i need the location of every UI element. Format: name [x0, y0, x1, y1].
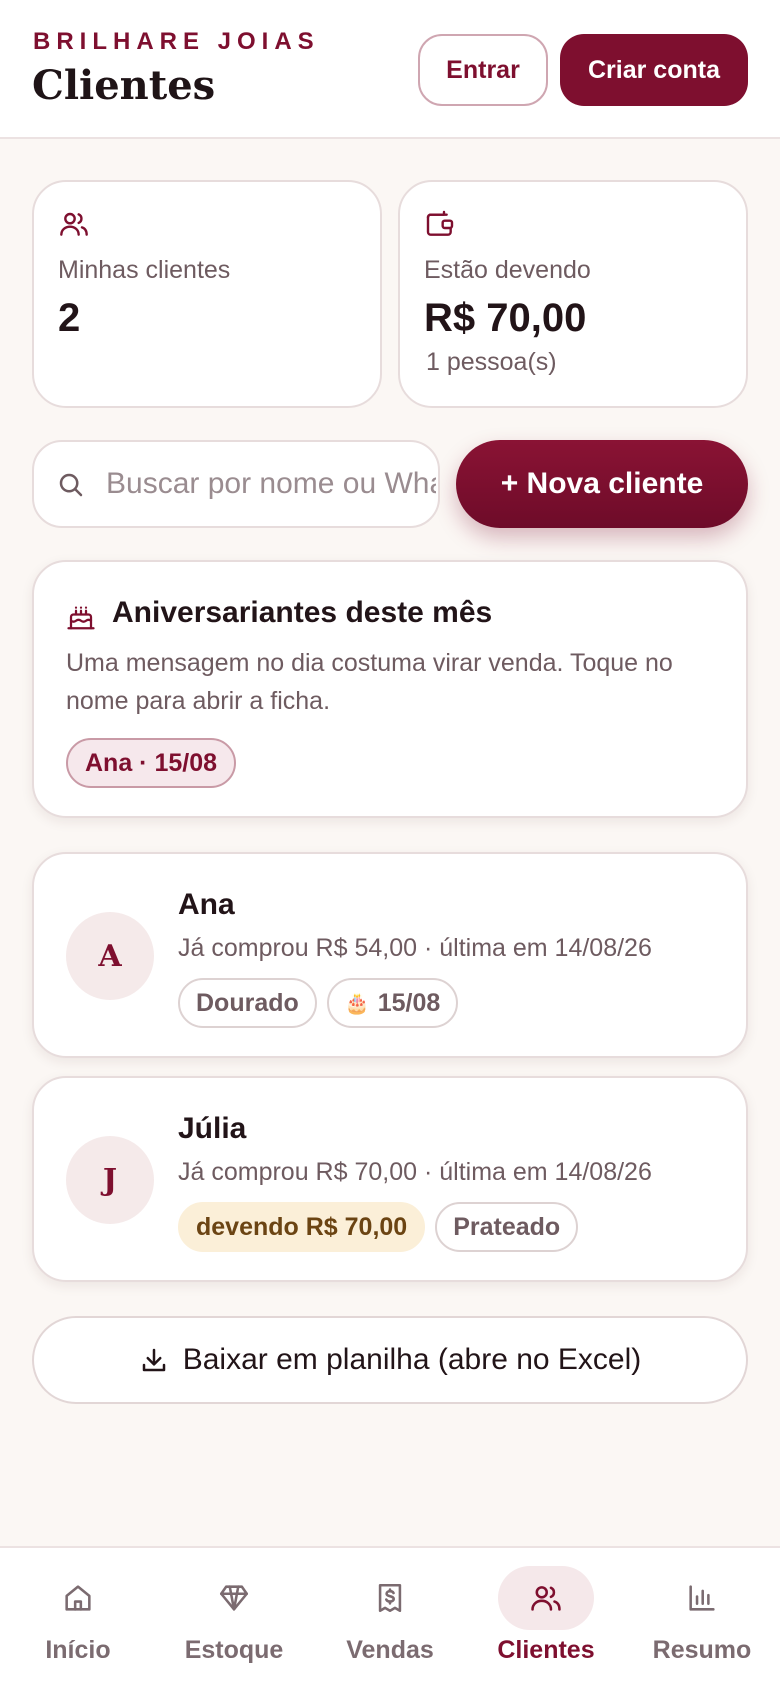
- client-summary: Já comprou R$ 54,00 · última em 14/08/26: [178, 934, 652, 962]
- export-label: Baixar em planilha (abre no Excel): [182, 1343, 642, 1376]
- nav-item-vendas[interactable]: Vendas: [312, 1548, 468, 1688]
- birthdays-card: Aniversariantes deste mês Uma mensagem n…: [32, 560, 748, 818]
- birthday-date: 15/08: [377, 988, 441, 1017]
- new-client-button[interactable]: + Nova cliente: [456, 440, 748, 528]
- wallet-icon: [424, 208, 456, 240]
- owing-value: R$ 70,00: [424, 296, 587, 340]
- search-icon: [59, 473, 83, 497]
- nav-label: Clientes: [497, 1636, 595, 1664]
- signup-button[interactable]: Criar conta: [560, 34, 748, 106]
- nav-label: Vendas: [346, 1636, 434, 1664]
- owing-label: Estão devendo: [424, 256, 591, 284]
- page-title: Clientes: [32, 62, 216, 109]
- login-button[interactable]: Entrar: [418, 34, 548, 106]
- nav-label: Estoque: [184, 1636, 284, 1664]
- receipt-icon: [378, 1583, 402, 1613]
- download-icon: [142, 1348, 165, 1372]
- nav-item-inicio[interactable]: Início: [0, 1548, 156, 1688]
- nav-label: Início: [45, 1636, 111, 1664]
- client-name: Júlia: [178, 1112, 247, 1145]
- clients-count-label: Minhas clientes: [58, 256, 231, 284]
- search-input[interactable]: [106, 442, 436, 526]
- birthdays-text: Uma mensagem no dia costuma virar venda.…: [66, 649, 673, 715]
- owing-people: 1 pessoa(s): [426, 348, 557, 376]
- debt-badge: devendo R$ 70,00: [178, 1202, 426, 1252]
- nav-label: Resumo: [652, 1636, 752, 1664]
- search-box: [32, 440, 440, 528]
- export-spreadsheet-button[interactable]: Baixar em planilha (abre no Excel): [32, 1316, 748, 1404]
- birthday-chip-ana[interactable]: Ana · 15/08: [66, 738, 237, 788]
- bottom-nav: Início Estoque Vendas Clientes Resumo: [0, 1546, 780, 1688]
- cake-icon: 🎂: [344, 992, 370, 1015]
- tier-badge: Dourado: [178, 978, 317, 1028]
- clients-count-card: Minhas clientes 2: [32, 180, 382, 408]
- nav-item-resumo[interactable]: Resumo: [624, 1548, 780, 1688]
- users-icon: [531, 1586, 561, 1611]
- app-header: BRILHARE JOIAS Clientes Entrar Criar con…: [0, 0, 780, 139]
- nav-item-estoque[interactable]: Estoque: [156, 1548, 312, 1688]
- avatar: A: [66, 912, 154, 1000]
- nav-item-clientes[interactable]: Clientes: [468, 1548, 624, 1688]
- birthday-badge: 🎂 15/08: [326, 978, 459, 1028]
- tier-badge: Prateado: [435, 1202, 579, 1252]
- client-card-julia[interactable]: J Júlia Já comprou R$ 70,00 · última em …: [32, 1076, 748, 1282]
- client-card-ana[interactable]: A Ana Já comprou R$ 54,00 · última em 14…: [32, 852, 748, 1058]
- client-summary: Já comprou R$ 70,00 · última em 14/08/26: [178, 1158, 652, 1186]
- client-name: Ana: [178, 888, 235, 921]
- diamond-icon: [219, 1585, 249, 1611]
- cake-icon: [66, 602, 96, 637]
- users-icon: [58, 208, 90, 240]
- birthdays-title: Aniversariantes deste mês: [112, 596, 493, 629]
- avatar: J: [66, 1136, 154, 1224]
- home-icon: [65, 1585, 91, 1611]
- bar-chart-icon: [689, 1585, 715, 1611]
- owing-card: Estão devendo R$ 70,00 1 pessoa(s): [398, 180, 748, 408]
- brand-name: BRILHARE JOIAS: [33, 28, 320, 55]
- clients-count-value: 2: [58, 296, 81, 340]
